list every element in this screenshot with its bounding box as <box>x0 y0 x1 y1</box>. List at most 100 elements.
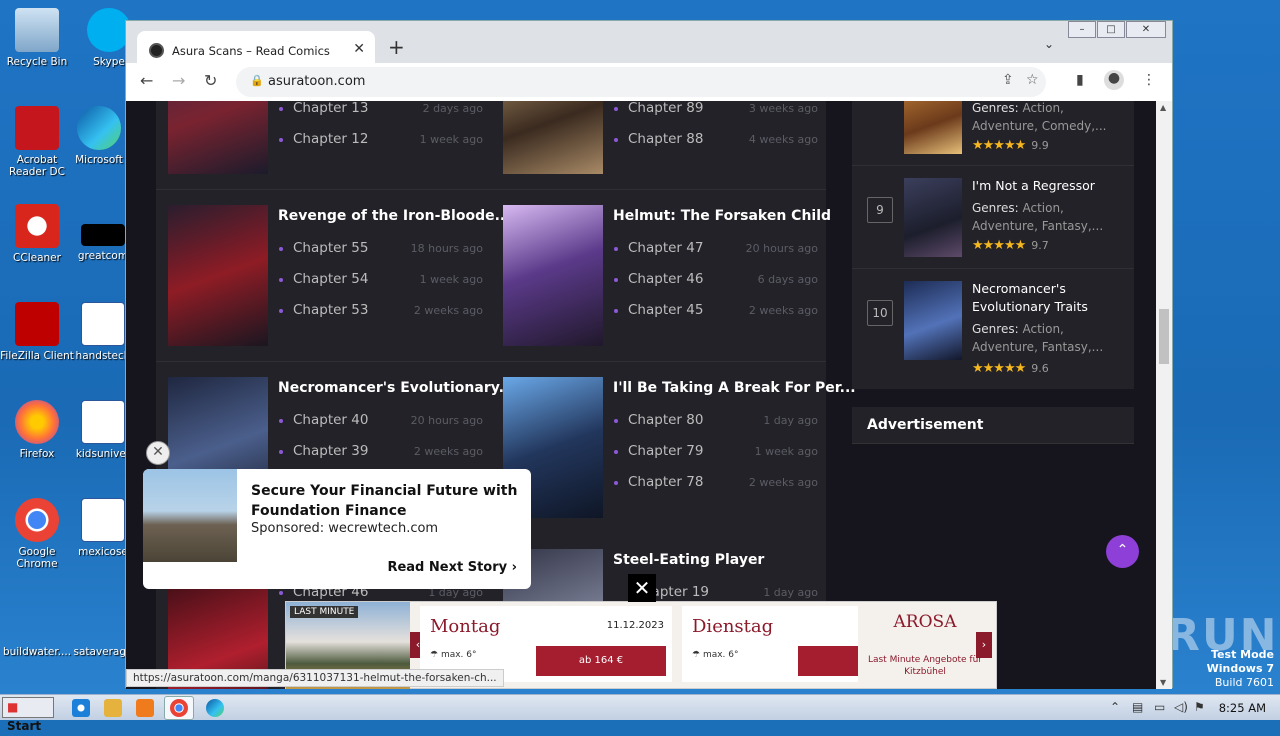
last-minute-tag: LAST MINUTE <box>290 606 359 618</box>
tab-search-chevron-icon[interactable]: ⌄ <box>1044 37 1054 51</box>
chapter-link[interactable]: Chapter 88 <box>613 131 703 147</box>
chapter-link[interactable]: Chapter 55 <box>278 240 368 256</box>
chapter-age: 4 weeks ago <box>748 133 818 146</box>
new-tab-button[interactable]: + <box>388 35 405 59</box>
cover-revenge-iron-blooded[interactable] <box>168 205 268 346</box>
ad-temp: ☂ max. 6° <box>692 650 739 660</box>
chrome-shortcut[interactable]: Google Chrome <box>0 498 74 570</box>
bookmark-star-icon[interactable]: ☆ <box>1026 72 1039 88</box>
chapter-link[interactable]: Chapter 46 <box>613 271 703 287</box>
series-title[interactable]: Helmut: The Forsaken Child <box>613 208 831 224</box>
chapter-age: 3 weeks ago <box>748 102 818 115</box>
browser-toolbar: ← → ↻ 🔒 asuratoon.com ⇪ ☆ ▮ ● ⋮ <box>126 63 1172 101</box>
chapter-link[interactable]: Chapter 54 <box>278 271 368 287</box>
ccleaner-shortcut[interactable]: CCleaner <box>0 204 74 264</box>
firefox-icon <box>15 400 59 444</box>
popular-item[interactable]: Genres: Action, Adventure, Comedy,... ★★… <box>852 101 1134 166</box>
tray-expand-icon[interactable]: ⌃ <box>1110 700 1120 714</box>
series-title[interactable]: Necromancer's Evolutionary... <box>278 380 515 396</box>
chapter-age: 1 week ago <box>754 445 818 458</box>
ad-price-button[interactable] <box>798 646 858 676</box>
chapter-link[interactable]: Chapter 79 <box>613 443 703 459</box>
rating-stars: ★★★★★ 9.7 <box>972 238 1049 253</box>
close-ad-icon[interactable]: ✕ <box>628 574 656 602</box>
ad-price-button[interactable]: ab 164 € <box>536 646 666 676</box>
chapter-link[interactable]: Chapter 39 <box>278 443 368 459</box>
ad-day-name: Dienstag <box>692 616 774 637</box>
page-viewport: Chapter 13 2 days ago Chapter 12 1 week … <box>126 101 1156 689</box>
minimize-button[interactable]: – <box>1068 21 1096 38</box>
share-icon[interactable]: ⇪ <box>1002 72 1014 88</box>
filezilla-icon <box>15 302 59 346</box>
sponsored-story-popup[interactable]: Secure Your Financial Future with Founda… <box>143 469 531 589</box>
popular-item[interactable]: 9 I'm Not a Regressor Genres: Action, Ad… <box>852 166 1134 269</box>
chapter-link[interactable]: Chapter 13 <box>278 101 368 116</box>
scroll-up-arrow-icon[interactable]: ▲ <box>1160 103 1166 112</box>
buildwater-shortcut[interactable]: buildwater.... <box>0 598 74 658</box>
media-player-icon[interactable] <box>136 699 154 717</box>
chapter-link[interactable]: Chapter 45 <box>613 302 703 318</box>
row-divider <box>156 189 826 190</box>
series-title[interactable]: I'll Be Taking A Break For Per... <box>613 380 856 396</box>
scrollbar-thumb[interactable] <box>1159 309 1169 364</box>
series-title[interactable]: Steel-Eating Player <box>613 552 764 568</box>
chapter-link[interactable]: Chapter 53 <box>278 302 368 318</box>
sponsored-title[interactable]: Secure Your Financial Future with Founda… <box>251 481 521 521</box>
page-scrollbar[interactable]: ▲ ▼ <box>1156 101 1172 689</box>
firefox-shortcut[interactable]: Firefox <box>0 400 74 460</box>
ad-next-arrow-icon[interactable]: › <box>976 632 992 658</box>
chapter-link[interactable]: Chapter 40 <box>278 412 368 428</box>
edge-icon[interactable] <box>206 699 224 717</box>
chapter-age: 2 weeks ago <box>748 304 818 317</box>
maximize-button[interactable]: □ <box>1097 21 1125 38</box>
menu-kebab-icon[interactable]: ⋮ <box>1142 72 1156 88</box>
ad-day-card[interactable]: Dienstag ☂ max. 6° <box>682 606 858 682</box>
cover-helmut[interactable] <box>503 205 603 346</box>
popular-thumb <box>904 101 962 154</box>
recycle-bin-shortcut[interactable]: Recycle Bin <box>0 8 74 68</box>
tray-flag-icon[interactable]: ⚑ <box>1194 700 1205 714</box>
taskbar-clock[interactable]: 8:25 AM <box>1219 701 1266 715</box>
back-arrow-icon[interactable]: ← <box>140 71 153 90</box>
popular-genres: Genres: Action, Adventure, Fantasy,... <box>972 322 1104 354</box>
series-title[interactable]: Revenge of the Iron-Bloode... <box>278 208 511 224</box>
chapter-link[interactable]: Chapter 80 <box>613 412 703 428</box>
tab-close-icon[interactable]: ✕ <box>353 41 365 57</box>
recycle-bin-icon <box>15 8 59 52</box>
rank-badge: 10 <box>867 300 893 326</box>
popup-close-button[interactable]: ✕ <box>146 441 170 465</box>
lock-icon: 🔒 <box>250 74 264 87</box>
start-button[interactable]: ■ Start <box>2 697 54 733</box>
chapter-link[interactable]: Chapter 47 <box>613 240 703 256</box>
chapter-age: 2 weeks ago <box>413 445 483 458</box>
chrome-icon <box>15 498 59 542</box>
chapter-link[interactable]: Chapter 78 <box>613 474 703 490</box>
link-status-bar: https://asuratoon.com/manga/6311037131-h… <box>126 669 504 687</box>
tray-network-icon[interactable]: ▤ <box>1132 700 1143 714</box>
chapter-link[interactable]: Chapter 12 <box>278 131 368 147</box>
ie-icon[interactable] <box>72 699 90 717</box>
popular-item[interactable]: 10 Necromancer's Evolutionary Traits Gen… <box>852 269 1134 389</box>
cover-legendary-hunter[interactable] <box>503 101 603 174</box>
popular-title[interactable]: I'm Not a Regressor <box>972 177 1122 195</box>
chapter-link[interactable]: Chapter 89 <box>613 101 703 116</box>
close-window-button[interactable]: ✕ <box>1126 21 1166 38</box>
forward-arrow-icon[interactable]: → <box>172 71 185 90</box>
side-panel-icon[interactable]: ▮ <box>1076 72 1084 88</box>
edge-icon <box>77 106 121 150</box>
explorer-folder-icon[interactable] <box>104 699 122 717</box>
url-text[interactable]: asuratoon.com <box>268 74 365 89</box>
filezilla-shortcut[interactable]: FileZilla Client <box>0 302 74 362</box>
popular-title[interactable]: Necromancer's Evolutionary Traits <box>972 280 1122 316</box>
read-next-story-link[interactable]: Read Next Story › <box>387 560 517 575</box>
tray-display-icon[interactable]: ▭ <box>1154 700 1165 714</box>
reload-icon[interactable]: ↻ <box>204 71 217 90</box>
scroll-to-top-button[interactable]: ⌃ <box>1106 535 1139 568</box>
chapter-age: 1 day ago <box>763 586 818 599</box>
tray-volume-icon[interactable]: ◁) <box>1174 700 1188 714</box>
profile-avatar-icon[interactable]: ● <box>1104 70 1124 90</box>
ad-brand-logo: AROSA <box>893 612 957 632</box>
address-bar[interactable]: 🔒 asuratoon.com ⇪ ☆ <box>236 67 1046 97</box>
cover-regressing-kings-power[interactable] <box>168 101 268 174</box>
scroll-down-arrow-icon[interactable]: ▼ <box>1160 678 1166 687</box>
